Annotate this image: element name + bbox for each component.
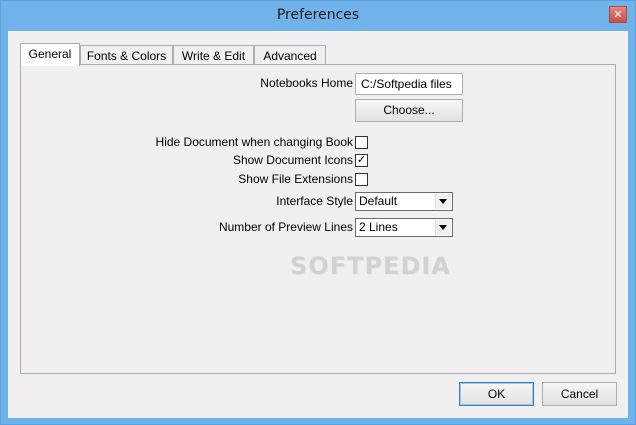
hide-document-label: Hide Document when changing Book <box>155 135 353 149</box>
preview-lines-label: Number of Preview Lines <box>218 220 353 234</box>
show-document-icons-label: Show Document Icons <box>232 153 353 167</box>
notebooks-home-label: Notebooks Home <box>260 76 353 90</box>
dropdown-arrow-icon[interactable] <box>435 220 451 235</box>
show-file-extensions-label: Show File Extensions <box>238 172 353 186</box>
interface-style-value: Default <box>359 194 398 208</box>
hide-document-checkbox[interactable] <box>355 136 368 149</box>
notebooks-home-input[interactable]: C:/Softpedia files <box>355 73 463 95</box>
choose-button[interactable]: Choose... <box>355 99 463 122</box>
window-title: Preferences <box>276 7 360 23</box>
general-panel: SOFTPEDIA Notebooks Home C:/Softpedia fi… <box>20 64 616 374</box>
preview-lines-select[interactable]: 2 Lines <box>355 218 453 237</box>
tab-advanced[interactable]: Advanced <box>254 45 326 65</box>
ok-button[interactable]: OK <box>459 382 534 406</box>
preview-lines-value: 2 Lines <box>359 220 398 234</box>
dropdown-arrow-icon[interactable] <box>435 194 451 209</box>
tab-fonts-colors[interactable]: Fonts & Colors <box>80 45 173 65</box>
interface-style-select[interactable]: Default <box>355 192 453 211</box>
close-icon[interactable]: ✕ <box>609 6 627 23</box>
preferences-window: Preferences ✕ General Fonts & Colors Wri… <box>0 0 636 425</box>
title-bar[interactable]: Preferences ✕ <box>1 1 635 31</box>
softpedia-watermark: SOFTPEDIA <box>290 252 451 280</box>
interface-style-label: Interface Style <box>276 194 353 208</box>
show-document-icons-checkbox[interactable]: ✓ <box>355 154 368 167</box>
cancel-button[interactable]: Cancel <box>542 382 617 406</box>
dialog-body: General Fonts & Colors Write & Edit Adva… <box>8 31 628 418</box>
tab-general[interactable]: General <box>20 43 80 66</box>
show-file-extensions-checkbox[interactable] <box>355 173 368 186</box>
tab-write-edit[interactable]: Write & Edit <box>173 45 254 65</box>
